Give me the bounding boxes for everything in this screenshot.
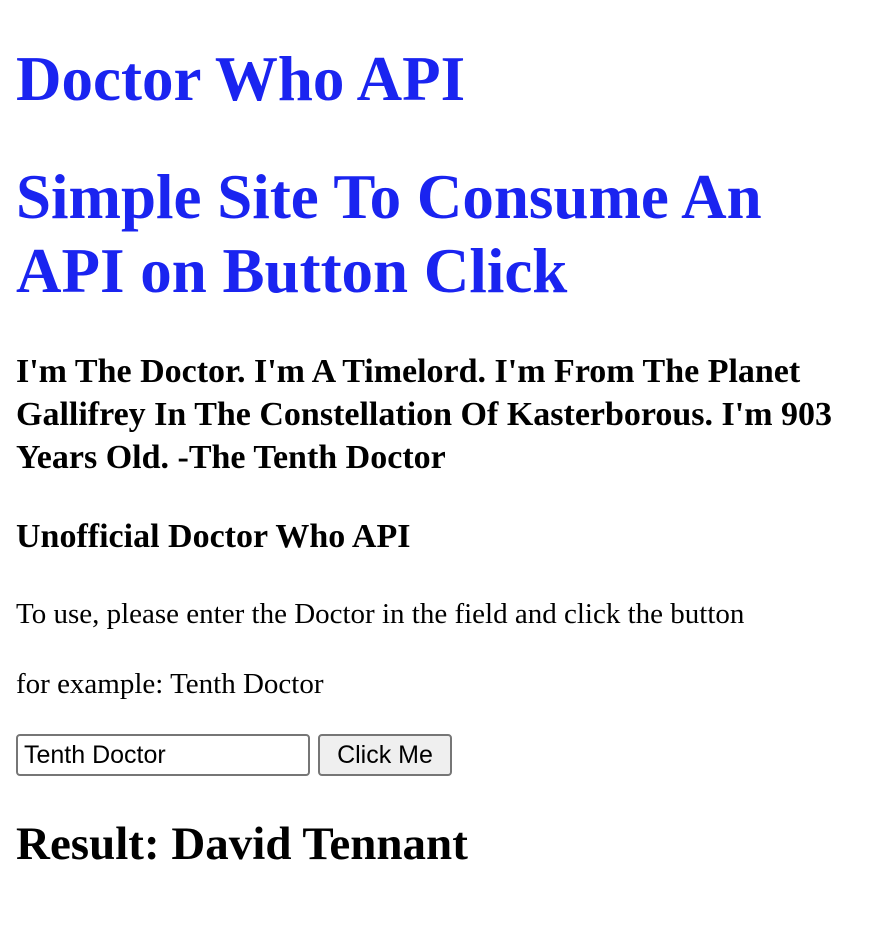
doctor-quote: I'm The Doctor. I'm A Timelord. I'm From… xyxy=(16,353,833,476)
result-text: Result: David Tennant xyxy=(16,818,468,870)
click-me-button[interactable]: Click Me xyxy=(318,734,452,776)
doctor-input[interactable] xyxy=(16,734,310,776)
instructions-text: To use, please enter the Doctor in the f… xyxy=(16,598,745,630)
example-text: for example: Tenth Doctor xyxy=(16,668,324,700)
doctor-form: Click Me xyxy=(16,734,452,776)
page-subtitle: Simple Site To Consume An API on Button … xyxy=(16,162,762,306)
page-title: Doctor Who API xyxy=(16,44,466,114)
api-heading: Unofficial Doctor Who API xyxy=(16,518,411,555)
